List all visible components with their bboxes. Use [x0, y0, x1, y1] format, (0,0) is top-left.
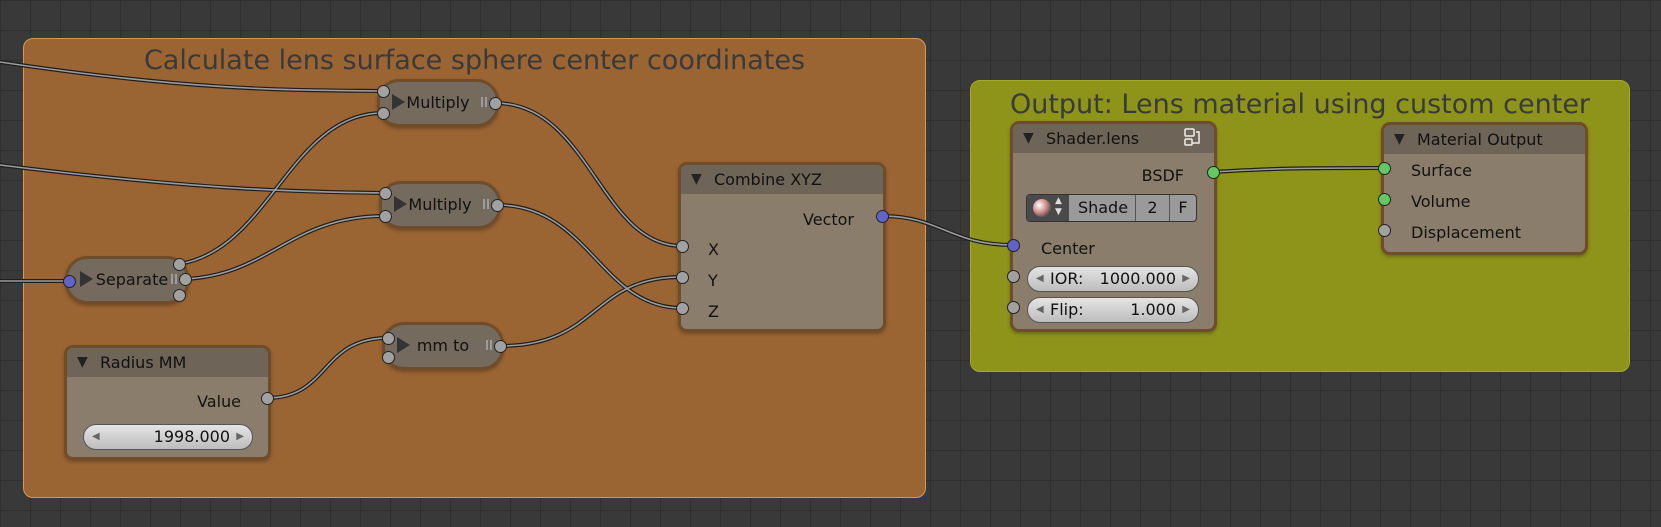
- shader-input-socket-flip[interactable]: [1007, 301, 1020, 314]
- node-label: Multiply: [406, 93, 470, 112]
- node-header[interactable]: ▼ Radius MM: [67, 348, 268, 377]
- collapse-arrow-icon[interactable]: ▼: [1023, 124, 1034, 153]
- node-label: Multiply: [408, 195, 472, 214]
- datablock-name-field[interactable]: Shade: [1071, 195, 1136, 221]
- up-down-arrows-icon: ▲ ▼: [1055, 196, 1062, 217]
- input-label-center: Center: [1041, 239, 1095, 258]
- increment-arrow-icon[interactable]: ▶: [1182, 267, 1190, 291]
- shader-input-socket-center[interactable]: [1007, 239, 1020, 252]
- combine-output-socket-vector[interactable]: [876, 210, 889, 223]
- multiply-node-1[interactable]: Multiply: [377, 79, 499, 127]
- multiply2-output-socket[interactable]: [491, 199, 504, 212]
- node-label: mm to: [416, 336, 470, 355]
- multiply1-input-socket-b[interactable]: [377, 107, 390, 120]
- node-header[interactable]: ▼ Material Output: [1384, 125, 1585, 154]
- hidden-sockets-icon[interactable]: [483, 199, 489, 209]
- node-title: Shader.lens: [1046, 129, 1140, 148]
- combine-input-socket-z[interactable]: [676, 302, 689, 315]
- increment-arrow-icon[interactable]: ▶: [1182, 298, 1190, 322]
- separate-input-socket[interactable]: [63, 275, 76, 288]
- input-label-surface: Surface: [1411, 161, 1472, 180]
- mm-to-input-socket-b[interactable]: [382, 351, 395, 364]
- node-header[interactable]: ▼ Combine XYZ: [681, 165, 883, 194]
- node-header[interactable]: ▼ Shader.lens: [1013, 124, 1214, 153]
- output-input-socket-surface[interactable]: [1378, 162, 1391, 175]
- mm-to-node[interactable]: mm to: [382, 322, 504, 370]
- collapse-arrow-icon[interactable]: ▼: [691, 165, 702, 194]
- node-group-datablock-selector[interactable]: ▲ ▼ Shade 2 F: [1026, 194, 1197, 222]
- decrement-arrow-icon[interactable]: ◀: [1036, 267, 1044, 291]
- decrement-arrow-icon[interactable]: ◀: [1036, 298, 1044, 322]
- separate-output-socket-y[interactable]: [179, 273, 192, 286]
- multiply1-input-socket-a[interactable]: [377, 85, 390, 98]
- hidden-sockets-icon[interactable]: [486, 340, 492, 350]
- separate-output-socket-x[interactable]: [173, 258, 186, 271]
- combine-xyz-node[interactable]: ▼ Combine XYZ Vector X Y Z: [678, 162, 886, 332]
- user-count-button[interactable]: 2: [1136, 195, 1170, 221]
- collapse-arrow-icon[interactable]: ▼: [77, 348, 88, 377]
- value-text: 1998.000: [153, 427, 230, 446]
- hidden-sockets-icon[interactable]: [481, 97, 487, 107]
- input-label-y: Y: [708, 271, 718, 290]
- radius-mm-node[interactable]: ▼ Radius MM Value ◀ 1998.000 ▶: [64, 345, 271, 460]
- output-input-socket-volume[interactable]: [1378, 193, 1391, 206]
- input-label-x: X: [708, 240, 719, 259]
- separate-node[interactable]: Separate: [65, 256, 189, 304]
- field-label: IOR:: [1050, 269, 1084, 288]
- output-label: Vector: [803, 210, 854, 229]
- hidden-sockets-icon[interactable]: [171, 274, 177, 284]
- output-label: BSDF: [1141, 166, 1184, 185]
- multiply2-input-socket-b[interactable]: [379, 210, 392, 223]
- output-label: Value: [197, 392, 241, 411]
- node-label: Separate: [95, 270, 169, 289]
- radius-output-socket[interactable]: [261, 392, 274, 405]
- value-field[interactable]: ◀ 1998.000 ▶: [83, 424, 253, 450]
- fake-user-button[interactable]: F: [1170, 195, 1196, 221]
- browse-group-button[interactable]: ▲ ▼: [1027, 195, 1069, 221]
- shader-output-socket-bsdf[interactable]: [1207, 166, 1220, 179]
- decrement-arrow-icon[interactable]: ◀: [92, 425, 100, 449]
- material-output-node[interactable]: ▼ Material Output Surface Volume Displac…: [1381, 122, 1588, 255]
- increment-arrow-icon[interactable]: ▶: [236, 425, 244, 449]
- field-label: Flip:: [1050, 300, 1084, 319]
- multiply1-output-socket[interactable]: [489, 97, 502, 110]
- output-input-socket-displacement[interactable]: [1378, 224, 1391, 237]
- combine-input-socket-x[interactable]: [676, 240, 689, 253]
- shader-input-socket-ior[interactable]: [1007, 270, 1020, 283]
- multiply-node-2[interactable]: Multiply: [379, 181, 501, 229]
- input-label-z: Z: [708, 302, 719, 321]
- shader-lens-group-node[interactable]: ▼ Shader.lens BSDF ▲ ▼ Shade 2 F Center ◀…: [1010, 121, 1217, 332]
- node-title: Radius MM: [100, 353, 187, 372]
- ior-field[interactable]: ◀ IOR: 1000.000 ▶: [1027, 266, 1199, 292]
- node-group-icon[interactable]: [1184, 128, 1202, 148]
- combine-input-socket-y[interactable]: [676, 271, 689, 284]
- field-value: 1000.000: [1099, 269, 1176, 288]
- mm-to-output-socket[interactable]: [494, 340, 507, 353]
- flip-field[interactable]: ◀ Flip: 1.000 ▶: [1027, 297, 1199, 323]
- multiply2-input-socket-a[interactable]: [379, 187, 392, 200]
- input-label-displacement: Displacement: [1411, 223, 1521, 242]
- node-title: Combine XYZ: [714, 170, 822, 189]
- field-value: 1.000: [1130, 300, 1176, 319]
- material-preview-icon: [1033, 199, 1051, 217]
- input-label-volume: Volume: [1411, 192, 1471, 211]
- collapse-arrow-icon[interactable]: ▼: [1394, 125, 1405, 154]
- separate-output-socket-z[interactable]: [173, 289, 186, 302]
- node-title: Material Output: [1417, 130, 1543, 149]
- mm-to-input-socket-a[interactable]: [382, 332, 395, 345]
